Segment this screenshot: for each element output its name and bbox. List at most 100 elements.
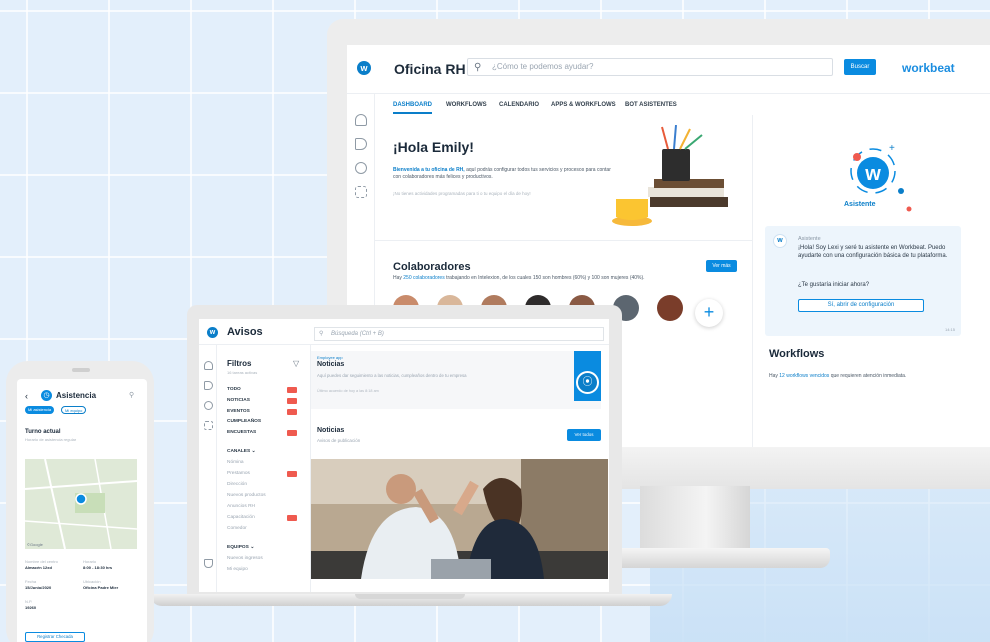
noticias-subtitle: Avisos de publicación [317, 438, 361, 443]
field-label: Fecha [25, 579, 37, 584]
colab-prefix: Hay [393, 275, 404, 281]
avisos-main: Employee app Noticias Aquí puedes dar se… [311, 345, 609, 592]
colaboradores-subtitle: Hay 250 colaboradores trabajando en Inte… [393, 275, 645, 281]
location-map[interactable]: ©Google [25, 459, 137, 549]
monitor-header: w Oficina RH ⚲ ¿Cómo te podemos ayudar? … [347, 45, 990, 94]
tab-bar: DASHBOARD WORKFLOWS CALENDARIO APPS & WO… [393, 95, 990, 115]
news-photo[interactable] [311, 459, 608, 579]
registrar-checada-button[interactable]: Registrar Checada [25, 632, 85, 642]
equipo-item[interactable]: Nuevos ingresos [227, 556, 263, 561]
megaphone-icon[interactable] [355, 138, 367, 150]
chat-icon[interactable] [204, 401, 213, 410]
canal-item[interactable]: Comedor [227, 526, 247, 531]
filter-eventos[interactable]: EVENTOS [227, 409, 250, 414]
phone-title: Asistencia [56, 391, 97, 400]
canal-item[interactable]: Nuevos productos [227, 493, 266, 498]
field-label: Ubicación [83, 579, 101, 584]
ver-mas-button[interactable]: Ver más [706, 260, 737, 272]
tab-apps-workflows[interactable]: APPS & WORKFLOWS [551, 102, 616, 108]
filter-icon[interactable]: ▽ [293, 359, 299, 368]
open-configuration-button[interactable]: Sí, abrir de configuración [798, 299, 924, 312]
ver-todos-button[interactable]: Ver todos [567, 429, 601, 441]
workflows-link[interactable]: 12 workflows vencidos [779, 373, 829, 379]
search-icon[interactable]: ⚲ [129, 391, 134, 399]
filter-encuestas[interactable]: ENCUESTAS [227, 430, 256, 435]
workflows-subtitle: Hay 12 workflows vencidos que requieren … [769, 373, 906, 379]
welcome-text: Bienvenida a tu oficina de RH, aquí podr… [393, 167, 613, 181]
grid-icon[interactable] [204, 421, 213, 430]
broadcast-ribbon: ⦿ [574, 351, 601, 401]
field-value: Oficina Padre Mier [83, 585, 119, 590]
search-placeholder: ¿Cómo te podemos ayudar? [492, 62, 594, 71]
canales-header[interactable]: CANALES ⌄ [227, 449, 256, 454]
assistant-message: ¡Hola! Soy Lexi y seré tu asistente en W… [798, 245, 948, 259]
field-value: Almacén 12xd [25, 565, 52, 570]
field-label: Horario [83, 559, 97, 564]
news-description: Aquí puedes dar seguimiento a las notici… [317, 373, 467, 378]
workflows-title: Workflows [769, 348, 825, 360]
search-input[interactable]: ⚲ ¿Cómo te podemos ayudar? [467, 58, 833, 76]
no-activities-text: ¡No tienes actividades programadas para … [393, 191, 531, 196]
brand-logo: workbeat [902, 61, 955, 75]
search-input[interactable]: ⚲ Búsqueda (Ctrl + B) [314, 327, 604, 341]
canal-item[interactable]: Prestamos [227, 471, 250, 476]
tab-dashboard[interactable]: DASHBOARD [393, 102, 432, 114]
grid-icon[interactable] [355, 186, 367, 198]
add-colaborador-button[interactable]: + [695, 299, 723, 327]
filters-title: Filtros [227, 359, 252, 368]
chip-mi-asistencia[interactable]: Mi asistencia [25, 406, 55, 414]
count-badge [287, 398, 297, 404]
count-badge [287, 409, 297, 415]
colab-rest: trabajando en Intelexion, de los cuales … [444, 275, 645, 281]
field-ubicacion: Ubicación Oficina Padre Mier [83, 579, 118, 590]
home-icon[interactable] [204, 361, 213, 370]
chat-icon[interactable] [355, 162, 367, 174]
monitor-stand [640, 486, 750, 556]
greeting-title: ¡Hola Emily! [393, 139, 474, 155]
field-horario: Horario 8:00 - 18:30 hrs [83, 559, 112, 570]
field-centro: Nombre del centro Almacén 12xd [25, 559, 58, 570]
avatar[interactable] [657, 295, 683, 321]
map-credit: ©Google [27, 542, 44, 547]
colaboradores-link[interactable]: 250 colaboradores [403, 275, 444, 281]
canal-item[interactable]: Capacitación [227, 515, 255, 520]
news-title: Noticias [317, 361, 345, 368]
tab-calendario[interactable]: CALENDARIO [499, 102, 539, 108]
laptop-notch [355, 594, 465, 599]
filter-cumpleanos[interactable]: CUMPLEAÑOS [227, 419, 261, 424]
workbeat-logo-icon[interactable]: w [207, 327, 218, 338]
home-icon[interactable] [355, 114, 367, 126]
canal-item[interactable]: Anuncios RH [227, 504, 255, 509]
news-card[interactable]: Employee app Noticias Aquí puedes dar se… [311, 351, 601, 409]
count-badge [287, 471, 297, 477]
equipo-item[interactable]: Mi equipo [227, 567, 248, 572]
canal-item[interactable]: Dirección [227, 482, 247, 487]
chip-mi-equipo[interactable]: Mi equipo [61, 406, 87, 414]
filter-todo[interactable]: TODO [227, 387, 241, 392]
equipos-header[interactable]: EQUIPOS ⌄ [227, 545, 254, 550]
assistant-question: ¿Te gustaría iniciar ahora? [798, 282, 870, 288]
field-value: 15/Junio/2020 [25, 585, 52, 590]
search-icon: ⚲ [474, 62, 482, 73]
bell-icon[interactable] [204, 559, 213, 568]
side-nav [199, 345, 217, 592]
laptop-header: w Avisos ⚲ Búsqueda (Ctrl + B) [199, 319, 609, 345]
colaboradores-title: Colaboradores [393, 261, 471, 273]
assistant-label: Asistente [844, 201, 876, 208]
back-arrow-icon[interactable]: ‹ [25, 391, 28, 401]
workbeat-logo-icon[interactable]: w [357, 61, 371, 75]
assistant-chat-bubble: w Asistente ¡Hola! Soy Lexi y seré tu as… [765, 226, 961, 336]
tab-bot-asistentes[interactable]: BOT ASISTENTES [625, 102, 677, 108]
search-icon: ⚲ [319, 331, 324, 337]
filter-noticias[interactable]: NOTICIAS [227, 398, 250, 403]
news-footer: Último acuerdo de hoy a las 8:18 am [317, 389, 379, 393]
message-time: 14:15 [944, 327, 955, 332]
canal-item[interactable]: Nómina [227, 460, 244, 465]
search-placeholder: Búsqueda (Ctrl + B) [331, 331, 384, 337]
broadcast-icon: ⦿ [576, 371, 599, 394]
assistant-name: Asistente [798, 236, 821, 242]
megaphone-icon[interactable] [204, 381, 213, 390]
tab-workflows[interactable]: WORKFLOWS [446, 102, 487, 108]
assistant-avatar-icon: w [773, 234, 787, 248]
search-button[interactable]: Buscar [844, 59, 876, 75]
